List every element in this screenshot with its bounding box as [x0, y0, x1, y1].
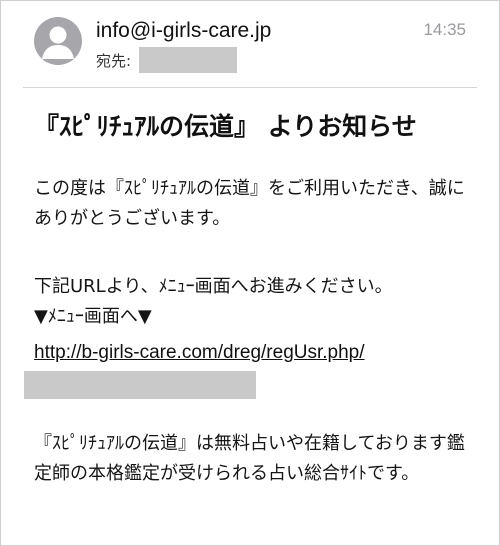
email-subject: 『ｽﾋﾟﾘﾁｭｱﾙの伝道』 よりお知らせ	[34, 112, 417, 141]
recipient-row: 宛先:	[96, 47, 238, 73]
sender-address[interactable]: info@i-girls-care.jp	[96, 17, 271, 45]
default-person-icon	[42, 26, 74, 59]
recipient-redacted	[139, 47, 238, 73]
header-divider	[23, 87, 477, 88]
body-paragraph-3: 『ｽﾋﾟﾘﾁｭｱﾙの伝道』は無料占いや在籍しております鑑定師の本格鑑定が受けられ…	[34, 433, 465, 484]
email-view: info@i-girls-care.jp 14:35 宛先: 『ｽﾋﾟﾘﾁｭｱﾙ…	[0, 0, 500, 546]
recipient-label: 宛先:	[96, 51, 132, 70]
timestamp: 14:35	[423, 20, 466, 39]
body-paragraph-2: 下記URLより、ﾒﾆｭｰ画面へお進みください。 ▼ﾒﾆｭｰ画面へ▼	[34, 272, 474, 332]
body-paragraph-1: この度は『ｽﾋﾟﾘﾁｭｱﾙの伝道』をご利用いただき、誠にありがとうございます。	[34, 178, 465, 229]
body-paragraph-2-line-2: ▼ﾒﾆｭｰ画面へ▼	[34, 306, 152, 327]
menu-url-link[interactable]: http://b-girls-care.com/dreg/regUsr.php/	[34, 338, 365, 368]
body-paragraph-2-line-1: 下記URLより、ﾒﾆｭｰ画面へお進みください。	[34, 276, 393, 297]
sender-avatar[interactable]	[34, 17, 82, 65]
url-redacted	[24, 371, 256, 399]
